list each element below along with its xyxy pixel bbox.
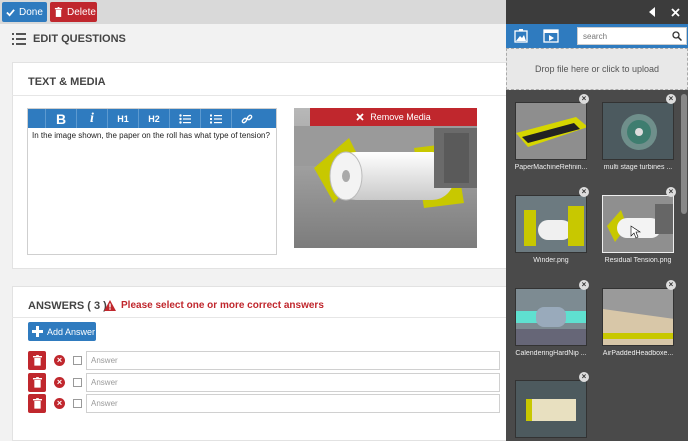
link-icon [241,114,253,123]
divider [12,317,512,318]
thumbnail-image [515,195,587,253]
media-preview: Remove Media [294,108,477,248]
answers-warning: Please select one or more correct answer… [104,300,324,311]
paper-roll-image [294,108,477,248]
search-icon[interactable] [672,31,682,41]
media-thumbnail[interactable]: Winder.png × [513,187,589,267]
thumbnail-image [515,102,587,160]
media-thumbnail[interactable]: multi stage turbines ... × [600,94,676,174]
remove-thumbnail-icon[interactable]: × [579,280,589,290]
remove-thumbnail-icon[interactable]: × [579,187,589,197]
upload-drop-zone[interactable]: Drop file here or click to upload [506,48,688,90]
thumbnail-image [515,380,587,438]
answer-row: × [28,394,500,413]
collapse-arrow-icon[interactable] [648,7,656,17]
media-search-input[interactable] [577,27,687,45]
correct-checkbox[interactable] [73,356,82,365]
list-icon [12,33,26,45]
link-button[interactable] [231,109,262,128]
answer-row: × [28,351,500,370]
media-drawer: Drop file here or click to upload PaperM… [506,0,688,441]
media-thumbnail[interactable]: PaperMachineRefinin... × [513,94,589,174]
correct-checkbox[interactable] [73,399,82,408]
text-media-title: TEXT & MEDIA [28,76,106,88]
answer-input[interactable] [86,373,500,392]
thumbnail-label: PaperMachineRefinin... [514,164,588,171]
remove-thumbnail-icon[interactable]: × [666,280,676,290]
thumbnail-label: Winder.png [533,257,569,264]
close-drawer-icon[interactable] [671,8,680,17]
bold-button[interactable]: B [45,109,76,128]
done-label: Done [19,6,43,18]
delete-answer-button[interactable] [28,373,46,392]
thumbnail-label: AirPaddedHeadboxe... [602,350,674,357]
remove-media-button[interactable]: Remove Media [310,108,477,126]
video-library-icon[interactable] [543,29,559,43]
check-icon [6,8,15,17]
drawer-scroll-thumb[interactable] [681,94,687,214]
editor-content[interactable]: In the image shown, the paper on the rol… [28,128,276,143]
answer-input[interactable] [86,351,500,370]
delete-label: Delete [67,6,96,18]
close-icon [356,113,364,121]
plus-icon [32,326,43,337]
thumbnail-image [602,195,674,253]
trash-icon [32,355,42,366]
remove-media-label: Remove Media [370,112,431,122]
trash-icon [32,398,42,409]
h2-button[interactable]: H2 [138,109,169,128]
answers-title: ANSWERS ( 3 ) [28,300,107,312]
image-library-icon[interactable] [514,29,528,43]
thumbnail-image [515,288,587,346]
bullet-list-icon [179,113,191,124]
remove-thumbnail-icon[interactable]: × [666,187,676,197]
trash-icon [54,7,63,17]
divider [12,95,512,96]
delete-button[interactable]: Delete [50,2,97,22]
delete-answer-button[interactable] [28,394,46,413]
drop-zone-text: Drop file here or click to upload [534,64,660,74]
numbered-list-button[interactable] [200,109,231,128]
media-thumbnail[interactable]: Residual Tension.png × [600,187,676,267]
drawer-header [506,0,688,24]
remove-thumbnail-icon[interactable]: × [579,94,589,104]
correct-checkbox[interactable] [73,378,82,387]
add-answer-label: Add Answer [47,326,96,337]
warning-icon [104,300,116,311]
media-thumbnail[interactable]: AirPaddedHeadboxe... × [600,280,676,360]
answer-row: × [28,373,500,392]
h1-button[interactable]: H1 [107,109,138,128]
warning-text: Please select one or more correct answer… [121,300,324,311]
remove-thumbnail-icon[interactable]: × [666,94,676,104]
mark-incorrect-icon[interactable]: × [54,398,65,409]
page-title-text: EDIT QUESTIONS [33,33,126,45]
bullet-list-button[interactable] [169,109,200,128]
rich-text-editor[interactable]: B i H1 H2 In the image shown, the paper … [27,108,277,255]
thumbnail-label: Residual Tension.png [604,257,672,264]
mark-incorrect-icon[interactable]: × [54,355,65,366]
media-thumbnail[interactable]: × [513,372,589,441]
italic-button[interactable]: i [76,109,107,128]
answer-input[interactable] [86,394,500,413]
thumbnail-label: CalenderingHardNip ... [515,350,587,357]
add-answer-button[interactable]: Add Answer [28,322,96,341]
thumbnail-image [602,102,674,160]
media-thumbnail[interactable]: CalenderingHardNip ... × [513,280,589,360]
delete-answer-button[interactable] [28,351,46,370]
done-button[interactable]: Done [2,2,47,22]
remove-thumbnail-icon[interactable]: × [579,372,589,382]
mark-incorrect-icon[interactable]: × [54,377,65,388]
thumbnail-image [602,288,674,346]
thumbnail-label: multi stage turbines ... [603,164,673,171]
trash-icon [32,377,42,388]
editor-toolbar: B i H1 H2 [28,109,276,128]
page-title: EDIT QUESTIONS [12,33,126,45]
numbered-list-icon [210,114,222,123]
